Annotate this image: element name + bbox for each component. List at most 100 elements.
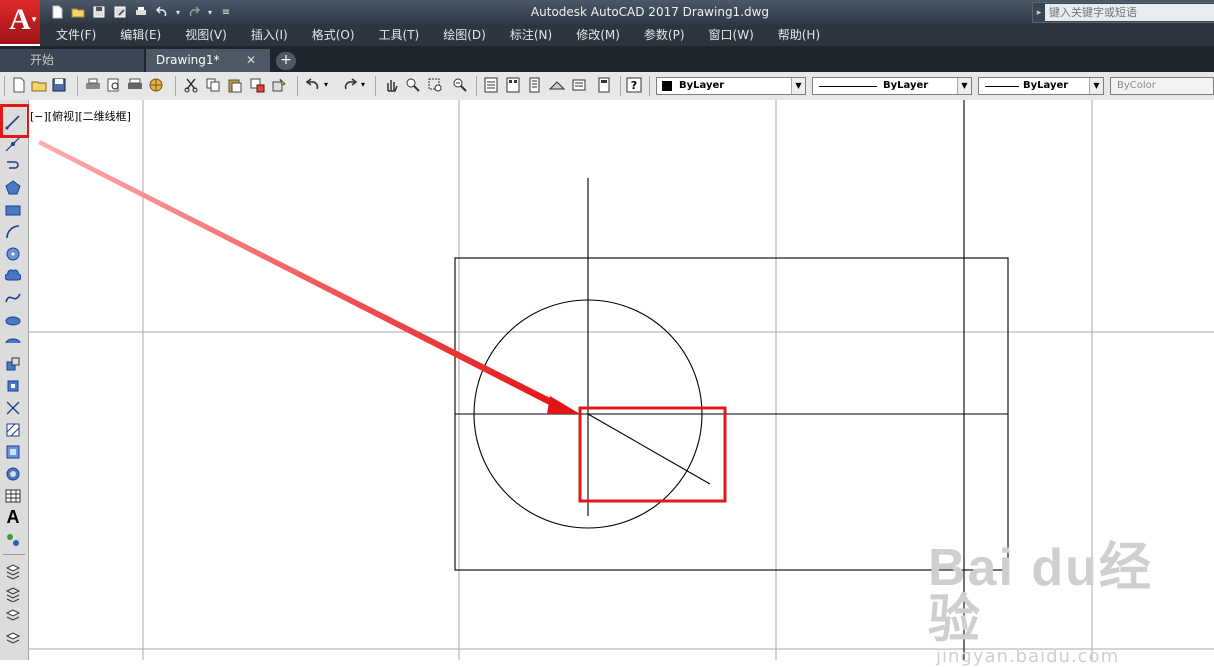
undo-dropdown-icon[interactable]: ▾ — [324, 80, 328, 89]
revision-cloud-icon[interactable] — [5, 268, 21, 284]
watermark-logo: Bai du经验 — [928, 539, 1153, 649]
toolbar-separator — [375, 76, 376, 96]
tab-drawing1[interactable]: Drawing1* ✕ — [146, 49, 270, 72]
sheet-set-icon[interactable] — [549, 77, 565, 93]
viewport-controls-label[interactable]: [−][俯视][二维线框] — [30, 108, 131, 124]
make-block-icon[interactable] — [5, 378, 21, 394]
calculator-icon[interactable] — [596, 77, 612, 93]
3d-print-icon[interactable] — [148, 77, 164, 93]
open-icon[interactable] — [31, 77, 47, 93]
save-as-icon[interactable] — [111, 3, 129, 21]
close-tab-icon[interactable]: ✕ — [246, 49, 256, 71]
layer-tool-c-icon[interactable] — [5, 608, 21, 624]
app-menu-caret-icon: ▼ — [30, 15, 38, 24]
redo-dropdown-icon[interactable]: ▾ — [206, 3, 214, 21]
application-menu-button[interactable]: A ▼ — [0, 0, 40, 44]
toolbar-separator — [620, 76, 621, 96]
menu-tools[interactable]: 工具(T) — [367, 24, 432, 46]
color-value: ByLayer — [679, 80, 725, 91]
publish-icon[interactable] — [127, 77, 143, 93]
plot-preview-icon[interactable] — [106, 77, 122, 93]
menu-parametric[interactable]: 参数(P) — [632, 24, 697, 46]
customize-qat-icon[interactable]: ≡ — [217, 3, 235, 21]
spline-icon[interactable] — [5, 290, 21, 306]
menu-window[interactable]: 窗口(W) — [697, 24, 766, 46]
menu-insert[interactable]: 插入(I) — [239, 24, 300, 46]
line-tool-highlight-box — [0, 104, 30, 138]
polygon-icon[interactable] — [5, 180, 21, 196]
file-tab-bar: 开始 Drawing1* ✕ + — [0, 46, 1214, 72]
menu-file[interactable]: 文件(F) — [40, 24, 108, 46]
zoom-previous-icon[interactable] — [452, 77, 468, 93]
hatch-icon[interactable] — [5, 422, 21, 438]
plot-icon[interactable] — [85, 77, 101, 93]
tab-start[interactable]: 开始 — [0, 49, 144, 72]
help-icon[interactable]: ? — [626, 77, 642, 93]
menu-edit[interactable]: 编辑(E) — [108, 24, 173, 46]
chevron-down-icon: ▼ — [1089, 78, 1103, 94]
insert-block-icon[interactable] — [5, 356, 21, 372]
toolbar-grip[interactable] — [4, 76, 5, 96]
save-icon[interactable] — [51, 77, 67, 93]
save-icon[interactable] — [90, 3, 108, 21]
add-selected-icon[interactable] — [5, 532, 21, 548]
app-logo-letter: A — [9, 3, 31, 36]
new-file-icon[interactable] — [48, 3, 66, 21]
new-icon[interactable] — [11, 77, 27, 93]
linetype-control-dropdown[interactable]: ByLayer ▼ — [812, 77, 972, 95]
design-center-icon[interactable] — [505, 77, 521, 93]
search-box: ▸ — [1032, 2, 1214, 23]
multiline-text-icon[interactable]: A — [5, 508, 21, 526]
menu-help[interactable]: 帮助(H) — [766, 24, 832, 46]
construction-line-icon[interactable] — [5, 136, 21, 152]
point-icon[interactable] — [5, 400, 21, 416]
layer-tool-a-icon[interactable] — [5, 564, 21, 580]
watermark-url: jingyan.baidu.com — [936, 646, 1120, 667]
redo-icon[interactable] — [342, 77, 358, 93]
menu-dimension[interactable]: 标注(N) — [498, 24, 564, 46]
rectangle-icon[interactable] — [5, 202, 21, 218]
search-expand-icon[interactable]: ▸ — [1033, 8, 1045, 18]
plotstyle-value: ByColor — [1117, 80, 1156, 91]
undo-icon[interactable] — [153, 3, 171, 21]
pan-hand-icon[interactable] — [383, 77, 399, 93]
arc-icon[interactable] — [5, 224, 21, 240]
cut-icon[interactable] — [183, 77, 199, 93]
plotstyle-control-dropdown[interactable]: ByColor — [1110, 77, 1214, 95]
open-file-icon[interactable] — [69, 3, 87, 21]
menu-view[interactable]: 视图(V) — [173, 24, 239, 46]
copy-icon[interactable] — [205, 77, 221, 93]
print-icon[interactable] — [132, 3, 150, 21]
zoom-realtime-icon[interactable] — [405, 77, 421, 93]
linetype-value: ByLayer — [883, 80, 929, 91]
properties-icon[interactable] — [483, 77, 499, 93]
layer-tool-b-icon[interactable] — [5, 586, 21, 602]
lineweight-control-dropdown[interactable]: ByLayer ▼ — [978, 77, 1104, 95]
block-editor-icon[interactable] — [271, 77, 287, 93]
circle-icon[interactable] — [5, 246, 21, 262]
gradient-icon[interactable] — [5, 444, 21, 460]
search-input[interactable] — [1045, 4, 1214, 21]
color-control-dropdown[interactable]: ByLayer ▼ — [656, 77, 806, 95]
undo-dropdown-icon[interactable]: ▾ — [174, 3, 182, 21]
redo-dropdown-icon[interactable]: ▾ — [361, 80, 365, 89]
undo-icon[interactable] — [305, 77, 321, 93]
toolbar-separator — [476, 76, 477, 96]
match-properties-icon[interactable] — [249, 77, 265, 93]
menu-draw[interactable]: 绘图(D) — [431, 24, 498, 46]
redo-icon[interactable] — [185, 3, 203, 21]
region-icon[interactable] — [5, 466, 21, 482]
markup-set-icon[interactable] — [571, 77, 587, 93]
menu-format[interactable]: 格式(O) — [300, 24, 367, 46]
zoom-window-icon[interactable] — [427, 77, 443, 93]
lineweight-preview — [985, 86, 1019, 87]
ellipse-arc-icon[interactable] — [5, 334, 21, 350]
layer-tool-d-icon[interactable] — [5, 630, 21, 646]
polyline-icon[interactable] — [5, 158, 21, 174]
tool-palettes-icon[interactable] — [527, 77, 543, 93]
menu-modify[interactable]: 修改(M) — [564, 24, 632, 46]
ellipse-icon[interactable] — [5, 312, 21, 328]
new-tab-button[interactable]: + — [276, 52, 296, 70]
paste-icon[interactable] — [227, 77, 243, 93]
table-icon[interactable] — [5, 488, 21, 504]
